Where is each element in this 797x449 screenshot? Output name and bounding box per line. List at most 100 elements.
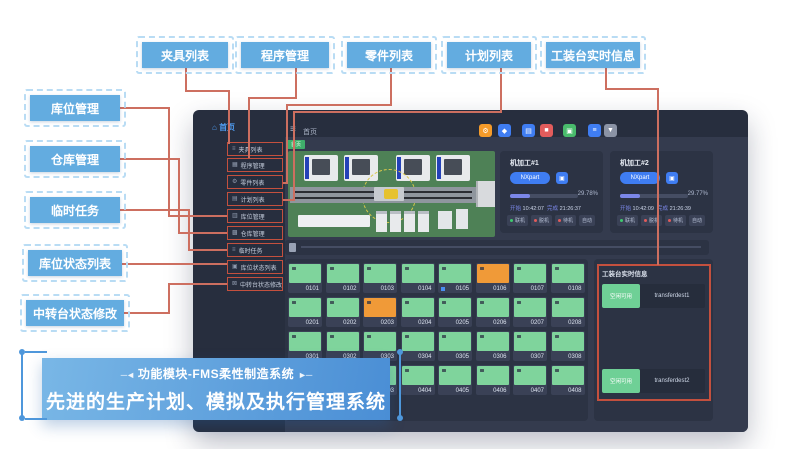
storage-tile-0204[interactable]: 0204 bbox=[401, 297, 435, 327]
tile-code: 0304 bbox=[418, 354, 431, 360]
status-chip-脱机[interactable]: 脱机 bbox=[531, 215, 552, 226]
status-chip-待机[interactable]: 待机 bbox=[665, 215, 686, 226]
tab-home-chip[interactable]: 首页 bbox=[287, 140, 305, 149]
storage-tile-0308[interactable]: 0308 bbox=[551, 331, 585, 361]
storage-tile-0107[interactable]: 0107 bbox=[513, 263, 547, 293]
connector-line bbox=[120, 209, 188, 211]
storage-tile-0301[interactable]: 0301 bbox=[288, 331, 322, 361]
sidebar-item-6[interactable]: ▩仓库管理 bbox=[227, 226, 283, 240]
deco-tick bbox=[25, 418, 47, 420]
briefcase-button[interactable]: ■ bbox=[540, 124, 553, 137]
connector-line bbox=[124, 312, 168, 314]
finish-time: 21:26:39 bbox=[670, 206, 691, 212]
storage-tile-0304[interactable]: 0304 bbox=[401, 331, 435, 361]
detail-button[interactable]: ▣ bbox=[556, 172, 568, 184]
pallet-icon bbox=[517, 335, 521, 338]
sidebar-item-3[interactable]: ⚙零件列表 bbox=[227, 175, 283, 189]
status-chip-自动[interactable]: 自动 bbox=[579, 215, 595, 226]
storage-tile-0303[interactable]: 0303 bbox=[363, 331, 397, 361]
storage-tile-0104[interactable]: 0104 bbox=[401, 263, 435, 293]
pallet-slot bbox=[514, 298, 546, 317]
callout-label: 临时任务 bbox=[30, 197, 120, 223]
storage-tile-0106[interactable]: 0106 bbox=[476, 263, 510, 293]
status-chip-label: 自动 bbox=[692, 217, 702, 224]
pallet-slot bbox=[402, 264, 434, 283]
progress-percent: 29.78% bbox=[578, 191, 598, 197]
sidebar-item-7[interactable]: ≡临时任务 bbox=[227, 243, 283, 257]
storage-tile-0201[interactable]: 0201 bbox=[288, 297, 322, 327]
plan-icon: ▤ bbox=[232, 196, 238, 202]
list-button[interactable]: ≡ bbox=[588, 124, 601, 137]
pallet-slot bbox=[327, 332, 359, 351]
callout-left-1: 库位管理 bbox=[30, 95, 120, 121]
connector-line bbox=[168, 107, 170, 215]
storage-tile-0408[interactable]: 0408 bbox=[551, 365, 585, 395]
tile-code: 0406 bbox=[493, 388, 506, 394]
storage-tile-0205[interactable]: 0205 bbox=[438, 297, 472, 327]
part-tag-button[interactable]: NXpart bbox=[620, 172, 660, 184]
storage-tile-0404[interactable]: 0404 bbox=[401, 365, 435, 395]
tile-code: 0308 bbox=[568, 354, 581, 360]
status-chip-自动[interactable]: 自动 bbox=[689, 215, 705, 226]
storage-tile-0407[interactable]: 0407 bbox=[513, 365, 547, 395]
deco-tick bbox=[25, 351, 47, 353]
storage-tile-0307[interactable]: 0307 bbox=[513, 331, 547, 361]
storage-tile-0406[interactable]: 0406 bbox=[476, 365, 510, 395]
tile-code: 0105 bbox=[456, 286, 469, 292]
sidebar-item-4[interactable]: ▤计划列表 bbox=[227, 192, 283, 206]
tile-code: 0202 bbox=[343, 320, 356, 326]
list-icon: ≡ bbox=[232, 146, 236, 152]
pallet-icon bbox=[442, 369, 446, 372]
status-chip-联机[interactable]: 联机 bbox=[507, 215, 528, 226]
storage-tile-0207[interactable]: 0207 bbox=[513, 297, 547, 327]
pallet-icon bbox=[292, 301, 296, 304]
status-chip-待机[interactable]: 待机 bbox=[555, 215, 576, 226]
storage-tile-0305[interactable]: 0305 bbox=[438, 331, 472, 361]
sidebar-item-5[interactable]: ▥库位管理 bbox=[227, 209, 283, 223]
storage-tile-0206[interactable]: 0206 bbox=[476, 297, 510, 327]
storage-tile-0306[interactable]: 0306 bbox=[476, 331, 510, 361]
storage-tile-0108[interactable]: 0108 bbox=[551, 263, 585, 293]
home-icon: ⌂ bbox=[212, 123, 219, 132]
pallet-icon bbox=[517, 267, 521, 270]
sidebar-item-8[interactable]: ▣库位状态列表 bbox=[227, 260, 283, 274]
sidebar-home[interactable]: ⌂ 首页 bbox=[212, 122, 235, 133]
progress-fill bbox=[510, 194, 530, 198]
cnc-machine-image bbox=[304, 155, 338, 181]
status-chip-label: 待机 bbox=[563, 217, 573, 224]
storage-tile-0208[interactable]: 0208 bbox=[551, 297, 585, 327]
gear-button[interactable]: ⚙ bbox=[479, 124, 492, 137]
storage-tile-0102[interactable]: 0102 bbox=[326, 263, 360, 293]
storage-tile-0203[interactable]: 0203 bbox=[363, 297, 397, 327]
detail-button[interactable]: ▣ bbox=[666, 172, 678, 184]
storage-tile-0302[interactable]: 0302 bbox=[326, 331, 360, 361]
storage-tile-0101[interactable]: 0101 bbox=[288, 263, 322, 293]
connector-line bbox=[283, 182, 288, 184]
file-button[interactable]: ▤ bbox=[522, 124, 535, 137]
connector-line bbox=[178, 158, 180, 232]
gear-icon: ⚙ bbox=[232, 179, 237, 185]
station-image bbox=[376, 211, 387, 232]
sidebar-item-9[interactable]: ⊠中转台状态修改 bbox=[227, 277, 283, 291]
status-chip-联机[interactable]: 联机 bbox=[617, 215, 638, 226]
pallet-slot bbox=[552, 298, 584, 317]
sidebar-item-label: 零件列表 bbox=[240, 178, 264, 187]
pallet-icon bbox=[330, 335, 334, 338]
tile-code: 0106 bbox=[493, 286, 506, 292]
part-tag-button[interactable]: NXpart bbox=[510, 172, 550, 184]
slider-handle[interactable] bbox=[289, 243, 296, 252]
storage-tile-0202[interactable]: 0202 bbox=[326, 297, 360, 327]
sidebar-item-2[interactable]: ▦程序管理 bbox=[227, 158, 283, 172]
thumb-up-button[interactable]: ◆ bbox=[498, 124, 511, 137]
storage-tile-0105[interactable]: 0105 bbox=[438, 263, 472, 293]
sidebar-item-1[interactable]: ≡夹具列表 bbox=[227, 142, 283, 156]
stop-button[interactable]: ▣ bbox=[563, 124, 576, 137]
storage-tile-0405[interactable]: 0405 bbox=[438, 365, 472, 395]
timeline-slider[interactable] bbox=[285, 240, 709, 255]
download-button[interactable]: ▼ bbox=[604, 124, 617, 137]
storage-tile-0103[interactable]: 0103 bbox=[363, 263, 397, 293]
pallet-icon bbox=[405, 335, 409, 338]
selected-marker bbox=[441, 287, 445, 291]
station-image bbox=[404, 211, 415, 232]
pallet-slot bbox=[477, 366, 509, 385]
